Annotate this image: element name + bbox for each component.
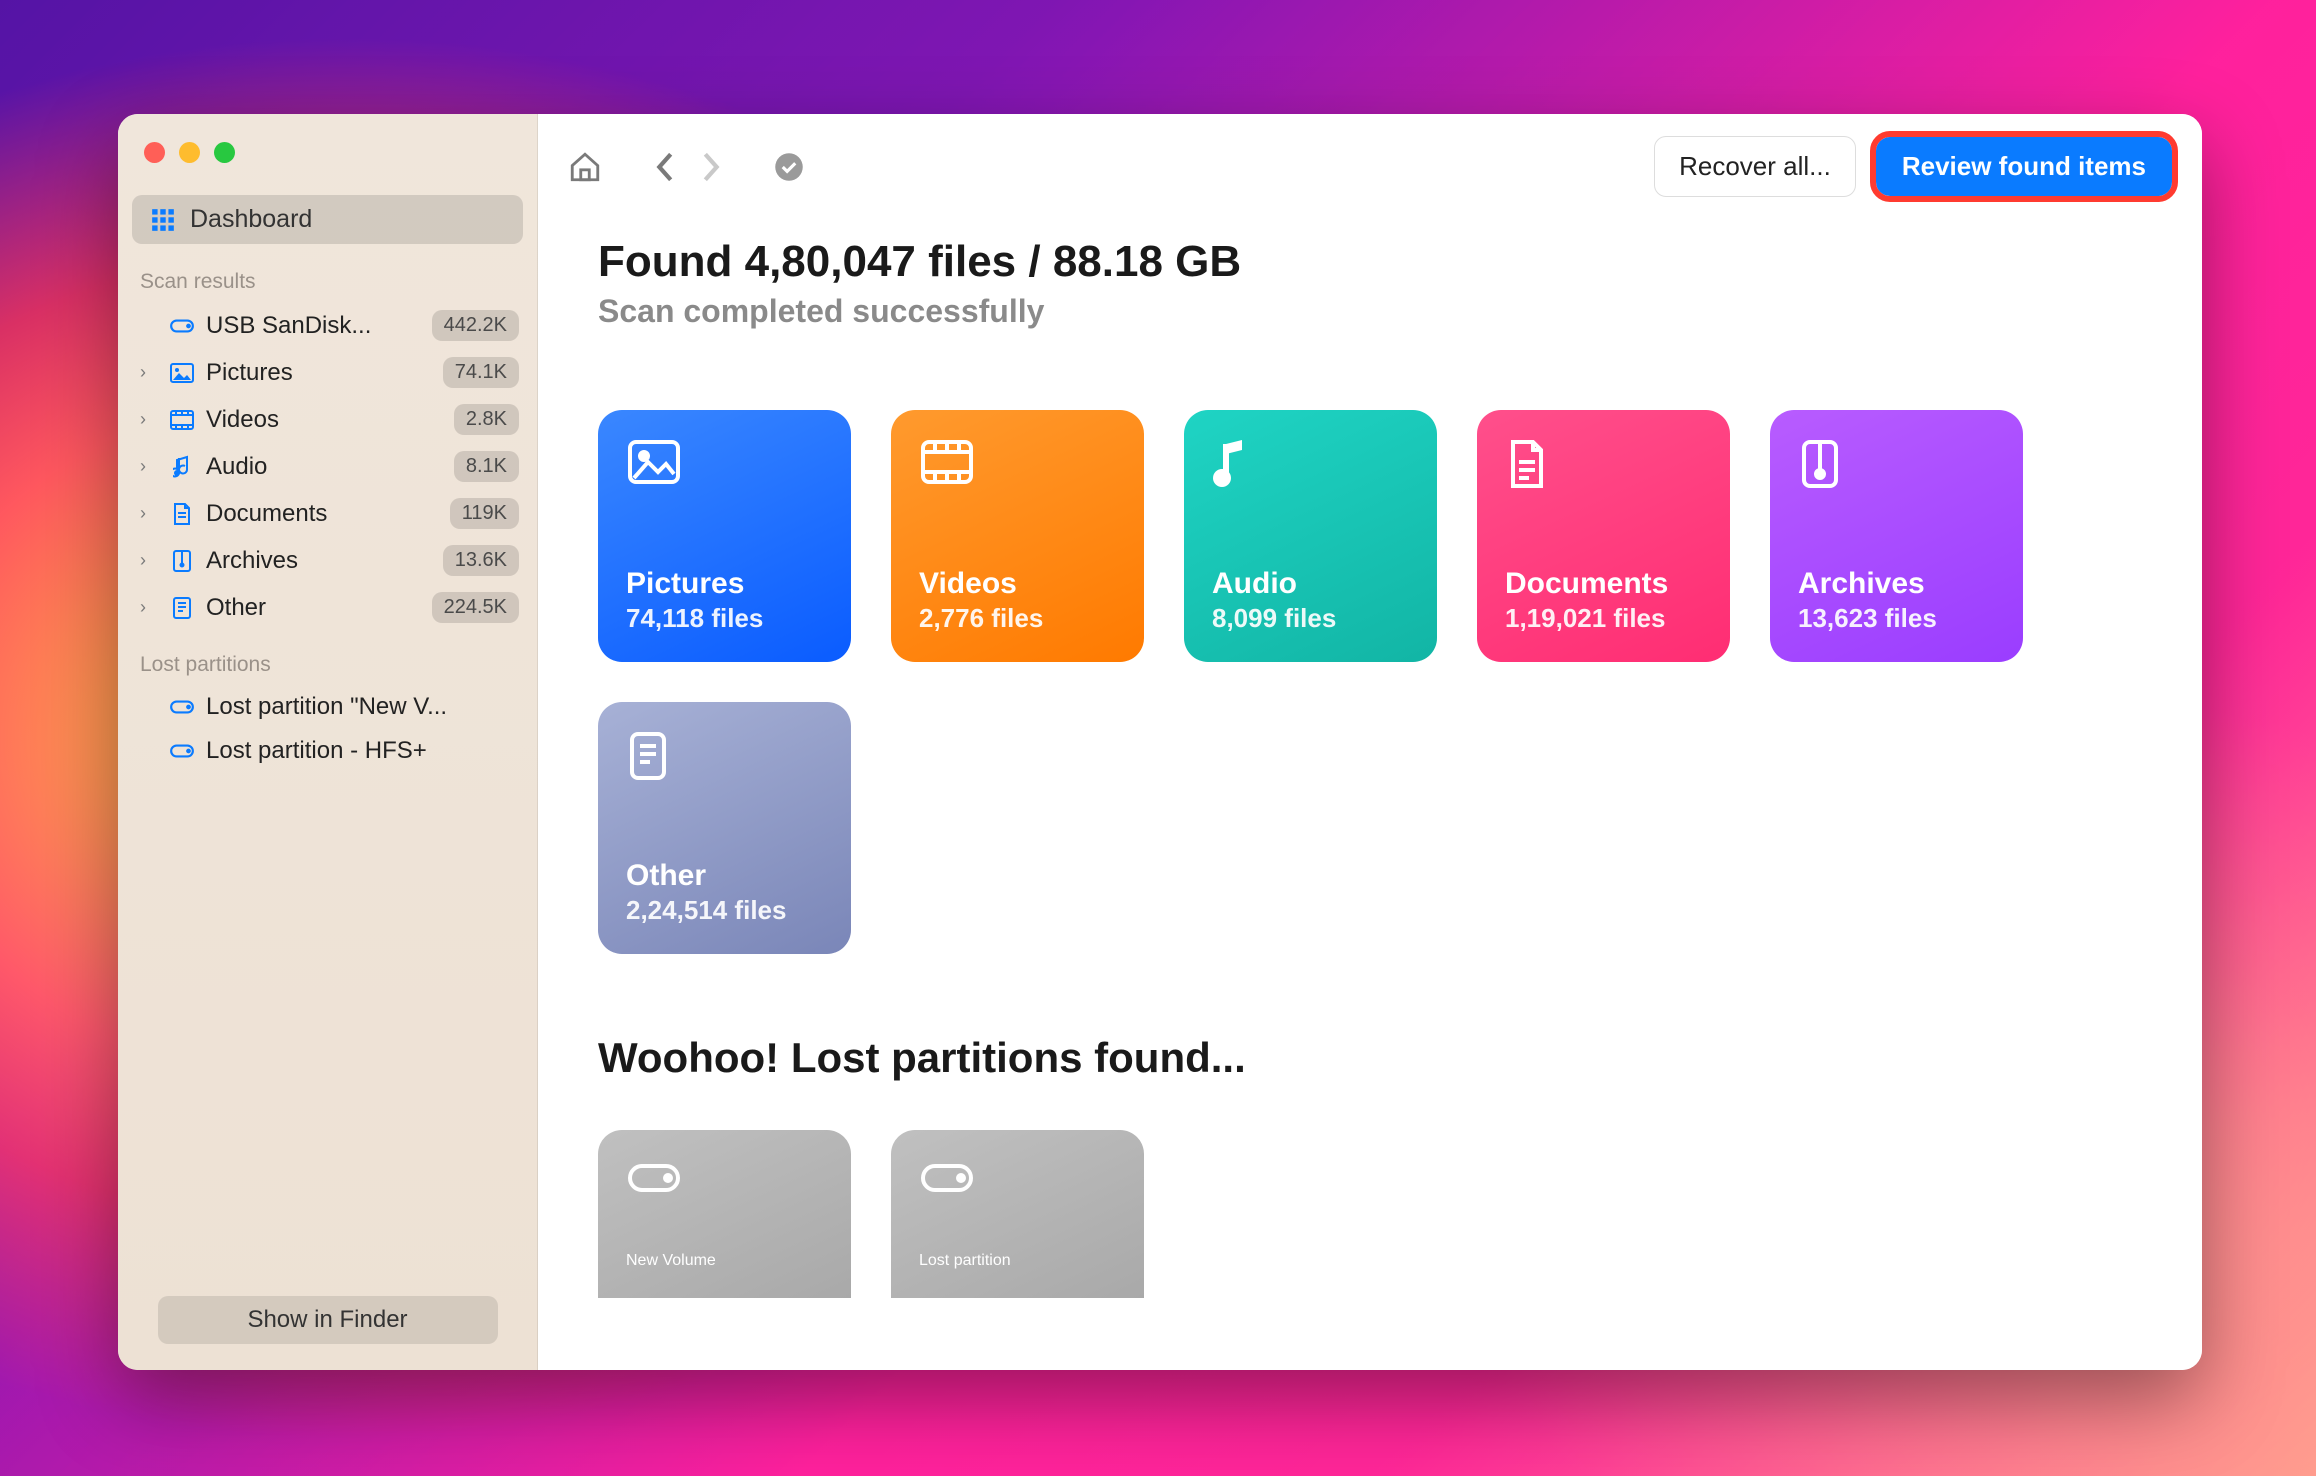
sidebar-section-lost-partitions: Lost partitions: [118, 631, 537, 685]
video-icon: [919, 438, 1116, 492]
archive-icon: [168, 549, 196, 573]
sidebar-item-label: Documents: [206, 500, 440, 528]
count-badge: 224.5K: [432, 592, 519, 623]
card-subtitle: 74,118 files: [626, 603, 823, 634]
forward-icon: [698, 150, 724, 184]
sidebar-item-label: USB SanDisk...: [206, 312, 422, 340]
drive-icon: [919, 1158, 1116, 1198]
minimize-window-button[interactable]: [179, 142, 200, 163]
picture-icon: [168, 363, 196, 383]
page-subtitle: Scan completed successfully: [598, 293, 2142, 330]
card-audio[interactable]: Audio 8,099 files: [1184, 410, 1437, 662]
main-area: Recover all... Review found items Found …: [538, 114, 2202, 1370]
card-title: Documents: [1505, 567, 1702, 601]
card-title: New Volume: [626, 1252, 823, 1270]
other-icon: [168, 596, 196, 620]
sidebar-section-scan-results: Scan results: [118, 248, 537, 302]
sidebar-item-documents[interactable]: › Documents 119K: [118, 490, 537, 537]
video-icon: [168, 410, 196, 430]
checkmark-circle-icon[interactable]: [774, 152, 804, 182]
picture-icon: [626, 438, 823, 492]
sidebar-item-label: Pictures: [206, 359, 433, 387]
card-documents[interactable]: Documents 1,19,021 files: [1477, 410, 1730, 662]
card-title: Other: [626, 859, 823, 893]
card-other[interactable]: Other 2,24,514 files: [598, 702, 851, 954]
card-subtitle: 2,24,514 files: [626, 895, 823, 926]
audio-icon: [1212, 438, 1409, 492]
document-icon: [168, 502, 196, 526]
sidebar-item-audio[interactable]: › Audio 8.1K: [118, 443, 537, 490]
chevron-right-icon: ›: [140, 597, 158, 618]
window-controls: [118, 134, 537, 163]
fullscreen-window-button[interactable]: [214, 142, 235, 163]
content: Found 4,80,047 files / 88.18 GB Scan com…: [538, 217, 2202, 1298]
drive-icon: [168, 697, 196, 717]
document-icon: [1505, 438, 1702, 492]
card-lost-partition-new-volume[interactable]: New Volume: [598, 1130, 851, 1298]
drive-icon: [168, 741, 196, 761]
sidebar-item-label: Dashboard: [190, 205, 312, 234]
card-subtitle: 1,19,021 files: [1505, 603, 1702, 634]
chevron-right-icon: ›: [140, 503, 158, 524]
sidebar-item-label: Archives: [206, 547, 433, 575]
card-archives[interactable]: Archives 13,623 files: [1770, 410, 2023, 662]
close-window-button[interactable]: [144, 142, 165, 163]
count-badge: 8.1K: [454, 451, 519, 482]
category-cards: Pictures 74,118 files Videos 2,776 files: [598, 410, 2142, 954]
review-found-items-button[interactable]: Review found items: [1876, 137, 2172, 196]
chevron-right-icon: ›: [140, 456, 158, 477]
card-subtitle: 2,776 files: [919, 603, 1116, 634]
sidebar-item-other[interactable]: › Other 224.5K: [118, 584, 537, 631]
toolbar: Recover all... Review found items: [538, 114, 2202, 217]
sidebar-item-lost-partition-2[interactable]: Lost partition - HFS+: [118, 729, 537, 773]
card-title: Pictures: [626, 567, 823, 601]
sidebar-item-label: Other: [206, 594, 422, 622]
home-icon[interactable]: [568, 150, 602, 184]
card-videos[interactable]: Videos 2,776 files: [891, 410, 1144, 662]
card-lost-partition-generic[interactable]: Lost partition: [891, 1130, 1144, 1298]
count-badge: 442.2K: [432, 310, 519, 341]
sidebar-item-label: Audio: [206, 453, 444, 481]
sidebar-item-lost-partition-1[interactable]: Lost partition "New V...: [118, 685, 537, 729]
count-badge: 74.1K: [443, 357, 519, 388]
sidebar-item-dashboard[interactable]: Dashboard: [132, 195, 523, 244]
card-title: Archives: [1798, 567, 1995, 601]
chevron-right-icon: ›: [140, 409, 158, 430]
sidebar-item-label: Lost partition "New V...: [206, 693, 519, 721]
sidebar-item-archives[interactable]: › Archives 13.6K: [118, 537, 537, 584]
recover-all-button[interactable]: Recover all...: [1654, 136, 1856, 197]
drive-icon: [168, 316, 196, 336]
card-subtitle: 8,099 files: [1212, 603, 1409, 634]
sidebar-footer: Show in Finder: [118, 1278, 537, 1370]
sidebar-item-label: Lost partition - HFS+: [206, 737, 519, 765]
sidebar-item-label: Videos: [206, 406, 444, 434]
card-title: Videos: [919, 567, 1116, 601]
sidebar: Dashboard Scan results USB SanDisk... 44…: [118, 114, 538, 1370]
page-title: Found 4,80,047 files / 88.18 GB: [598, 237, 2142, 287]
lost-partitions-title: Woohoo! Lost partitions found...: [598, 1034, 2142, 1082]
lost-partition-cards: New Volume Lost partition: [598, 1130, 2142, 1298]
other-icon: [626, 730, 823, 784]
card-pictures[interactable]: Pictures 74,118 files: [598, 410, 851, 662]
card-title: Audio: [1212, 567, 1409, 601]
sidebar-item-videos[interactable]: › Videos 2.8K: [118, 396, 537, 443]
sidebar-item-pictures[interactable]: › Pictures 74.1K: [118, 349, 537, 396]
count-badge: 13.6K: [443, 545, 519, 576]
show-in-finder-button[interactable]: Show in Finder: [158, 1296, 498, 1344]
sidebar-item-usb[interactable]: USB SanDisk... 442.2K: [118, 302, 537, 349]
app-window: Dashboard Scan results USB SanDisk... 44…: [118, 114, 2202, 1370]
count-badge: 119K: [450, 498, 519, 529]
chevron-right-icon: ›: [140, 550, 158, 571]
card-subtitle: 13,623 files: [1798, 603, 1995, 634]
audio-icon: [168, 455, 196, 479]
card-title: Lost partition: [919, 1252, 1116, 1270]
dashboard-icon: [150, 207, 176, 233]
chevron-right-icon: ›: [140, 362, 158, 383]
count-badge: 2.8K: [454, 404, 519, 435]
back-icon[interactable]: [652, 150, 678, 184]
archive-icon: [1798, 438, 1995, 492]
drive-icon: [626, 1158, 823, 1198]
